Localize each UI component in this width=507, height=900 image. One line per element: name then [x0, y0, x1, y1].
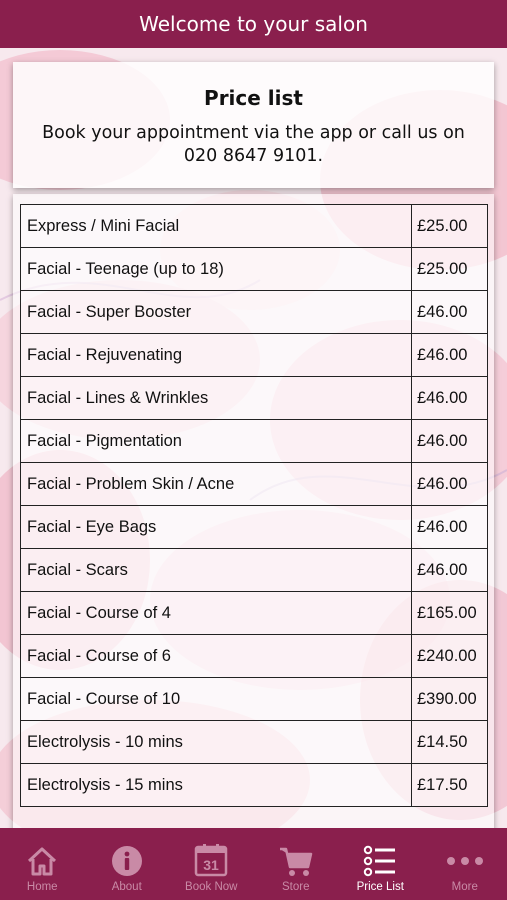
app-header: Welcome to your salon	[0, 0, 507, 48]
service-price: £25.00	[411, 204, 488, 248]
price-table: Express / Mini Facial £25.00 Facial - Tee…	[20, 204, 488, 807]
service-name: Facial - Eye Bags	[20, 505, 412, 549]
cart-icon	[279, 847, 312, 876]
tab-home[interactable]: Home	[0, 828, 85, 900]
table-row: Facial - Rejuvenating £46.00	[20, 333, 488, 377]
table-row: Facial - Scars £46.00	[20, 548, 488, 592]
service-price: £46.00	[411, 548, 488, 592]
tab-label: Price List	[356, 881, 404, 893]
table-row: Facial - Super Booster £46.00	[20, 290, 488, 334]
table-row: Facial - Course of 10 £390.00	[20, 677, 488, 721]
page-title: Price list	[204, 86, 303, 110]
service-name: Facial - Super Booster	[20, 290, 412, 334]
tab-label: About	[111, 881, 142, 893]
calendar-day: 31	[203, 857, 219, 873]
service-price: £390.00	[411, 677, 488, 721]
service-name: Facial - Course of 10	[20, 677, 412, 721]
service-name: Express / Mini Facial	[20, 204, 412, 248]
table-row: Facial - Lines & Wrinkles £46.00	[20, 376, 488, 420]
tab-label: Book Now	[185, 881, 238, 893]
more-icon	[446, 857, 483, 865]
intro-card: Price list Book your appointment via the…	[13, 62, 494, 188]
service-price: £46.00	[411, 290, 488, 334]
info-icon	[111, 846, 142, 876]
table-row: Facial - Eye Bags £46.00	[20, 505, 488, 549]
tab-more[interactable]: More	[423, 828, 507, 900]
service-name: Facial - Scars	[20, 548, 412, 592]
service-name: Facial - Course of 4	[20, 591, 412, 635]
tab-about[interactable]: About	[85, 828, 170, 900]
service-price: £240.00	[411, 634, 488, 678]
tab-label: Store	[282, 881, 310, 893]
table-row: Facial - Course of 6 £240.00	[20, 634, 488, 678]
service-price: £25.00	[411, 247, 488, 291]
service-price: £14.50	[411, 720, 488, 764]
tab-label: Home	[26, 881, 58, 893]
home-icon	[28, 847, 57, 876]
service-name: Facial - Teenage (up to 18)	[20, 247, 412, 291]
service-name: Facial - Pigmentation	[20, 419, 412, 463]
table-row: Electrolysis - 15 mins £17.50	[20, 763, 488, 807]
intro-text: Book your appointment via the app or cal…	[42, 123, 465, 166]
service-price: £46.00	[411, 419, 488, 463]
list-icon	[364, 845, 396, 877]
tab-book-now[interactable]: 31 Book Now	[169, 828, 254, 900]
bottom-tab-bar: Home About 31 Book Now Store Price List …	[0, 828, 507, 900]
table-row: Facial - Course of 4 £165.00	[20, 591, 488, 635]
tab-store[interactable]: Store	[254, 828, 339, 900]
table-row: Facial - Pigmentation £46.00	[20, 419, 488, 463]
service-price: £46.00	[411, 376, 488, 420]
calendar-icon: 31	[195, 844, 228, 877]
service-price: £165.00	[411, 591, 488, 635]
service-name: Facial - Problem Skin / Acne	[20, 462, 412, 506]
service-price: £46.00	[411, 333, 488, 377]
table-row: Facial - Problem Skin / Acne £46.00	[20, 462, 488, 506]
service-price: £46.00	[411, 505, 488, 549]
tab-price-list[interactable]: Price List	[338, 828, 423, 900]
table-row: Facial - Teenage (up to 18) £25.00	[20, 247, 488, 291]
service-name: Facial - Course of 6	[20, 634, 412, 678]
service-name: Electrolysis - 10 mins	[20, 720, 412, 764]
service-name: Facial - Rejuvenating	[20, 333, 412, 377]
service-name: Electrolysis - 15 mins	[20, 763, 412, 807]
service-name: Facial - Lines & Wrinkles	[20, 376, 412, 420]
table-row: Electrolysis - 10 mins £14.50	[20, 720, 488, 764]
price-table-card: Express / Mini Facial £25.00 Facial - Tee…	[13, 194, 494, 834]
service-price: £17.50	[411, 763, 488, 807]
table-row: Express / Mini Facial £25.00	[20, 204, 488, 248]
header-title: Welcome to your salon	[139, 12, 368, 36]
service-price: £46.00	[411, 462, 488, 506]
tab-label: More	[451, 881, 478, 893]
